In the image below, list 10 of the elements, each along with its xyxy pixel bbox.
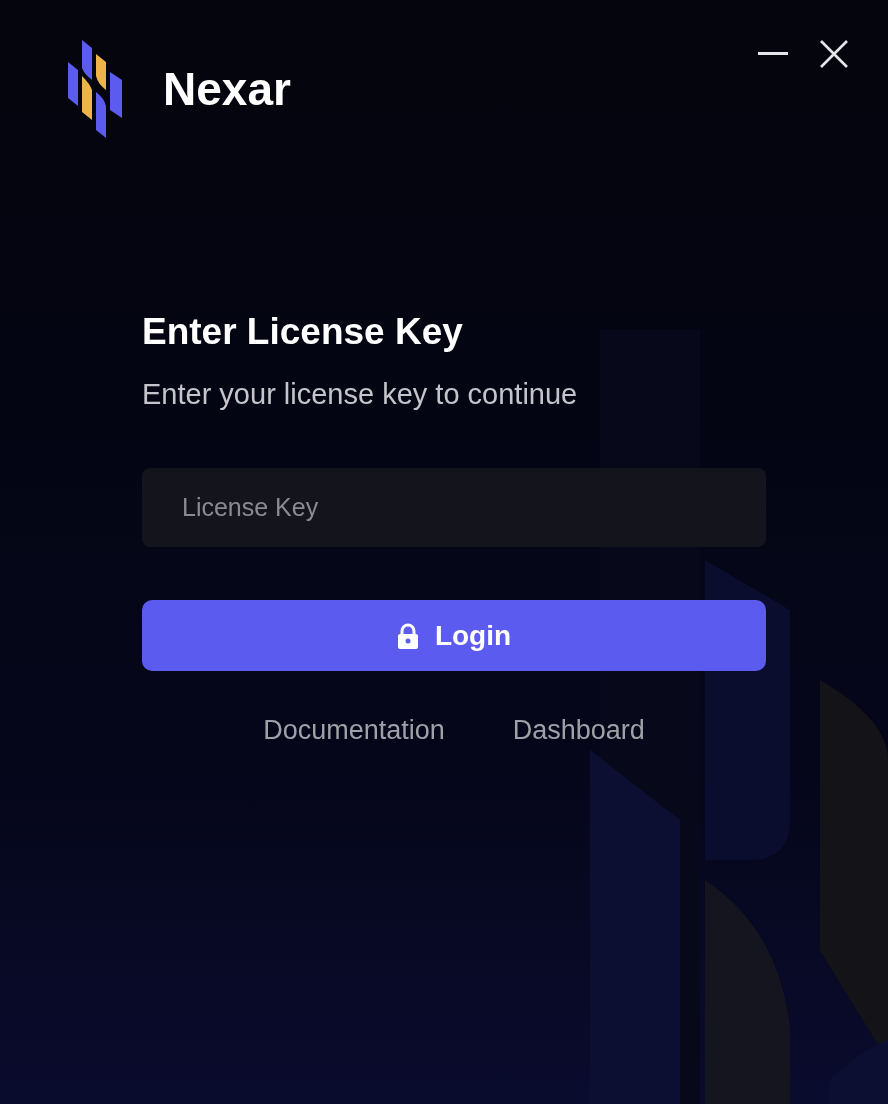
lock-icon bbox=[396, 622, 419, 649]
minimize-icon[interactable] bbox=[758, 52, 788, 56]
link[interactable]: Documentation bbox=[263, 713, 445, 747]
heading: Enter License Key bbox=[142, 310, 464, 354]
close-icon[interactable] bbox=[820, 40, 848, 68]
link[interactable]: Dashboard bbox=[512, 713, 645, 747]
license-key-field[interactable]: License Key bbox=[142, 468, 766, 547]
login-button[interactable]: Login bbox=[142, 600, 766, 671]
app-name: Nexar bbox=[163, 62, 291, 116]
subtitle: Enter your license key to continue bbox=[142, 377, 579, 412]
